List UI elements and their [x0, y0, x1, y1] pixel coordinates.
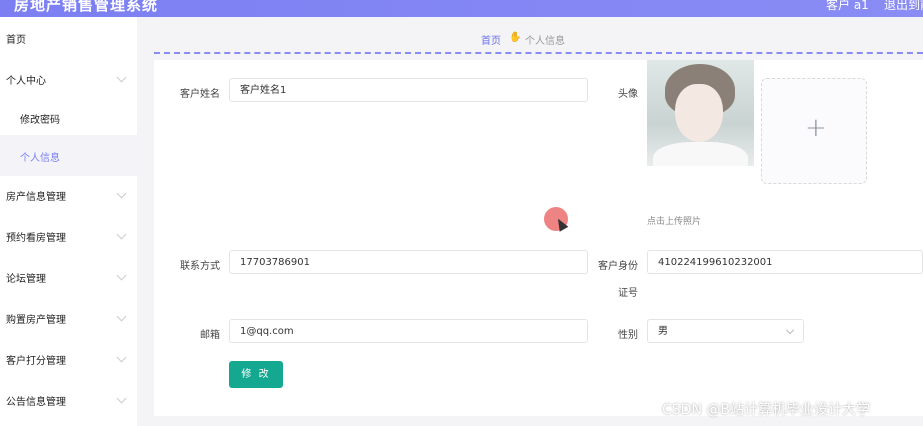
sidebar-item-label: 公告信息管理 — [6, 397, 66, 408]
idcard-label: 客户身份 — [598, 261, 638, 272]
top-header: 房地产销售管理系统 客户 a1 退出到前台 — [0, 0, 923, 17]
sidebar-item-label: 客户打分管理 — [6, 356, 66, 367]
chevron-down-icon — [116, 393, 127, 404]
plus-icon: + — [805, 113, 827, 143]
sidebar-item-announcements[interactable]: 公告信息管理 — [0, 379, 137, 420]
sidebar-item-label: 预约看房管理 — [6, 233, 66, 244]
name-label: 客户姓名 — [180, 89, 220, 100]
phone-field[interactable]: 17703786901 — [229, 250, 588, 274]
name-field[interactable]: 客户姓名1 — [229, 78, 588, 102]
gender-label: 性别 — [618, 330, 638, 341]
sidebar-item-label: 论坛管理 — [6, 274, 46, 285]
sidebar-item-label: 房产信息管理 — [6, 192, 66, 203]
submit-button[interactable]: 修 改 — [229, 361, 283, 388]
chevron-down-icon — [116, 270, 127, 281]
sidebar-item-label: 修改密码 — [20, 115, 60, 126]
idcard-field[interactable]: 410224199610232001 — [647, 250, 923, 274]
logout-link[interactable]: 退出到前台 — [884, 0, 923, 13]
sidebar-item-label: 购置房产管理 — [6, 315, 66, 326]
sidebar-item-viewing-appointments[interactable]: 预约看房管理 — [0, 215, 137, 256]
user-label: 客户 a1 — [826, 0, 869, 12]
chevron-down-icon — [785, 325, 795, 335]
sidebar-item-purchases[interactable]: 购置房产管理 — [0, 297, 137, 338]
sidebar-item-label: 个人中心 — [6, 76, 46, 87]
sidebar-item-forum[interactable]: 论坛管理 — [0, 256, 137, 297]
sidebar-item-home[interactable]: 首页 — [0, 17, 137, 58]
sidebar-item-ratings[interactable]: 客户打分管理 — [0, 338, 137, 379]
breadcrumb-home[interactable]: 首页 — [481, 32, 501, 47]
upload-hint: 点击上传照片 — [647, 217, 702, 227]
phone-label: 联系方式 — [180, 261, 220, 272]
sidebar-item-label: 首页 — [6, 35, 26, 46]
avatar-shirt — [653, 142, 748, 166]
email-field[interactable]: 1@qq.com — [229, 319, 588, 343]
chevron-down-icon — [116, 72, 127, 83]
gender-value: 男 — [658, 326, 668, 337]
sidebar-item-change-password[interactable]: 修改密码 — [0, 97, 137, 138]
sidebar-item-property-info[interactable]: 房产信息管理 — [0, 174, 137, 215]
gender-select[interactable]: 男 — [647, 319, 804, 343]
chevron-down-icon — [116, 229, 127, 240]
app-title: 房地产销售管理系统 — [14, 0, 159, 14]
watermark: CSDN @B站计算机毕业设计大学 — [662, 402, 870, 418]
sidebar-item-label: 个人信息 — [20, 153, 60, 164]
chevron-down-icon — [116, 188, 127, 199]
avatar-label: 头像 — [618, 89, 638, 100]
avatar — [647, 60, 754, 166]
breadcrumb-current: 个人信息 — [525, 36, 565, 47]
idcard-label-line2: 证号 — [618, 288, 638, 299]
sidebar-item-personal-center[interactable]: 个人中心 — [0, 58, 137, 99]
chevron-down-icon — [116, 311, 127, 322]
breadcrumb: 首页 ✋ 个人信息 — [154, 24, 923, 54]
sidebar-item-personal-info[interactable]: 个人信息 — [0, 135, 137, 176]
avatar-face — [675, 84, 723, 142]
hand-icon: ✋ — [509, 32, 522, 43]
chevron-down-icon — [116, 352, 127, 363]
upload-button[interactable]: + — [761, 78, 867, 184]
email-label: 邮箱 — [200, 330, 220, 341]
sidebar: 首页 个人中心 修改密码 个人信息 房产信息管理 预约看房管理 论坛管理 购置房… — [0, 17, 137, 426]
